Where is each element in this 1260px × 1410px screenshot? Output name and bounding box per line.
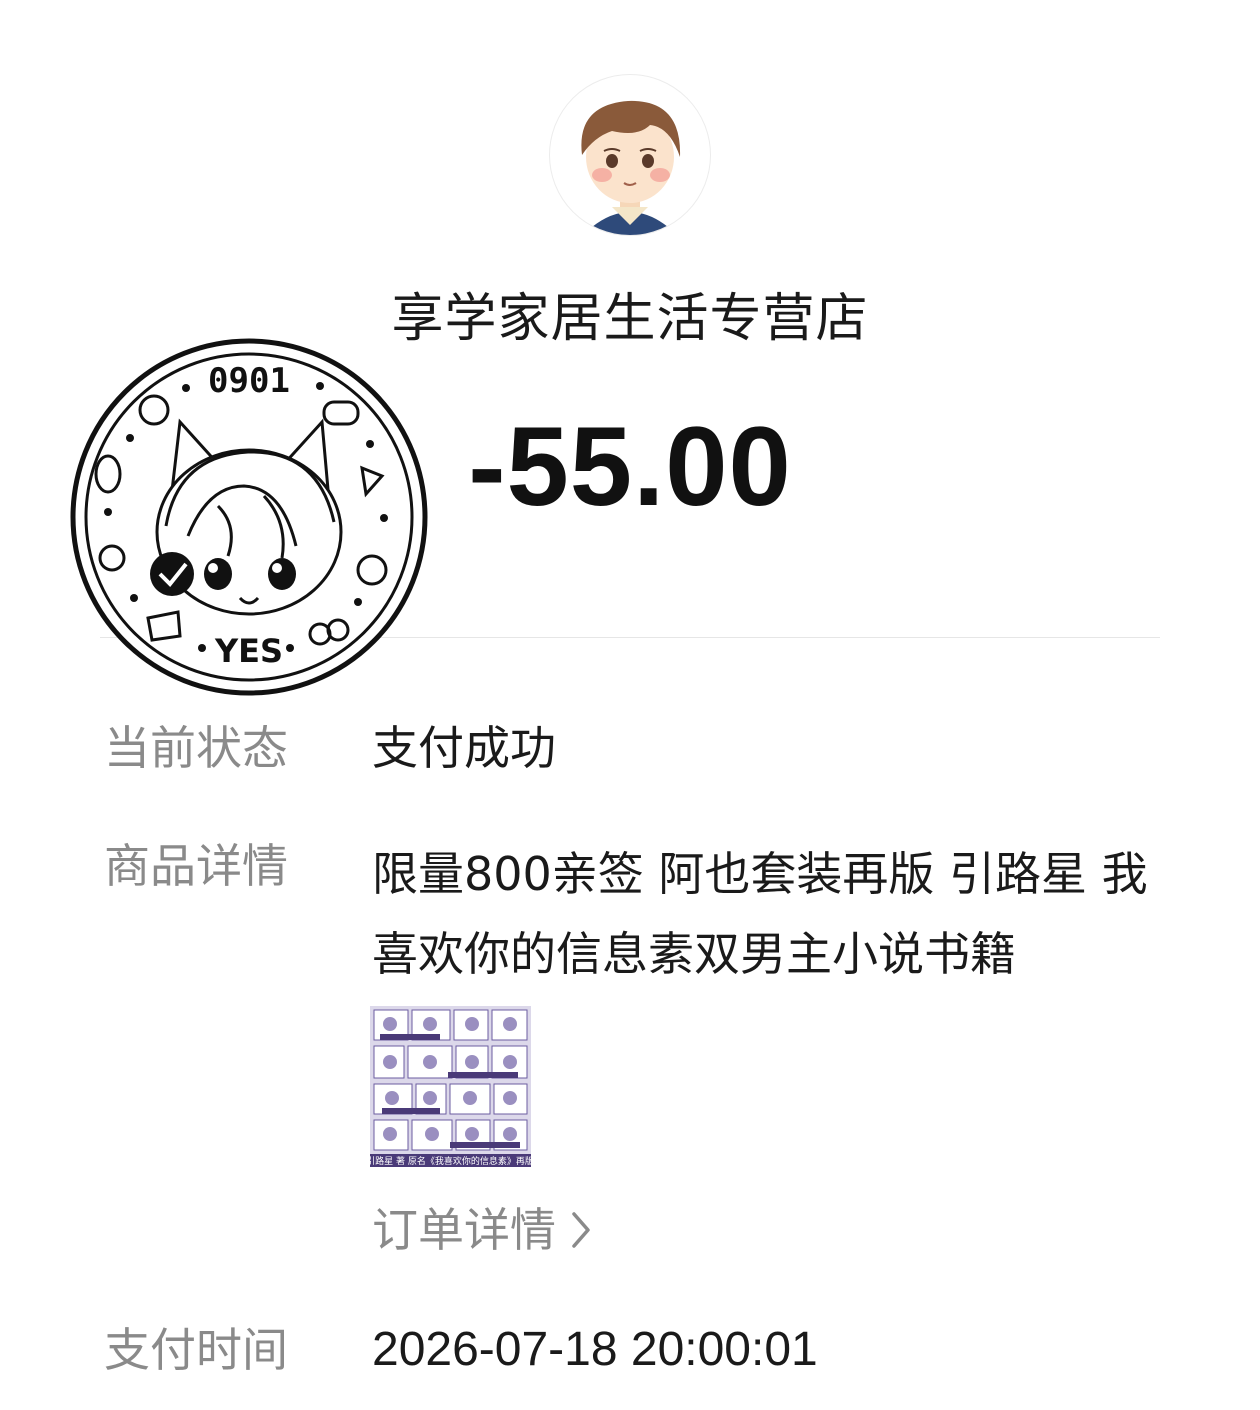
merchant-avatar[interactable] bbox=[549, 74, 711, 236]
product-description: 限量800亲签 阿也套装再版 引路星 我喜欢你的信息素双男主小说书籍 bbox=[372, 847, 1148, 981]
time-value: 2026-07-18 20:00:01 bbox=[372, 1323, 818, 1376]
cartoon-boy-avatar-icon bbox=[581, 100, 681, 235]
status-label: 当前状态 bbox=[104, 721, 288, 775]
stamp-bottom-text: YES bbox=[214, 632, 283, 670]
stamp-top-text: 0901 bbox=[208, 361, 290, 401]
order-details-label: 订单详情 bbox=[372, 1203, 556, 1257]
product-thumbnail[interactable]: 引路星 著 原名《我喜欢你的信息素》再版 bbox=[370, 1006, 531, 1167]
chevron-right-icon bbox=[570, 1202, 592, 1266]
book-cover-collage-image: 引路星 著 原名《我喜欢你的信息素》再版 bbox=[370, 1006, 531, 1167]
thumbnail-caption: 引路星 著 原名《我喜欢你的信息素》再版 bbox=[370, 1155, 531, 1167]
status-value: 支付成功 bbox=[372, 721, 556, 775]
product-label: 商品详情 bbox=[104, 839, 288, 893]
yes-stamp: 0901 YES bbox=[68, 336, 430, 698]
yes-stamp-icon: 0901 YES bbox=[70, 338, 428, 696]
order-details-link[interactable]: 订单详情 bbox=[372, 1198, 592, 1266]
time-label: 支付时间 bbox=[104, 1323, 288, 1377]
